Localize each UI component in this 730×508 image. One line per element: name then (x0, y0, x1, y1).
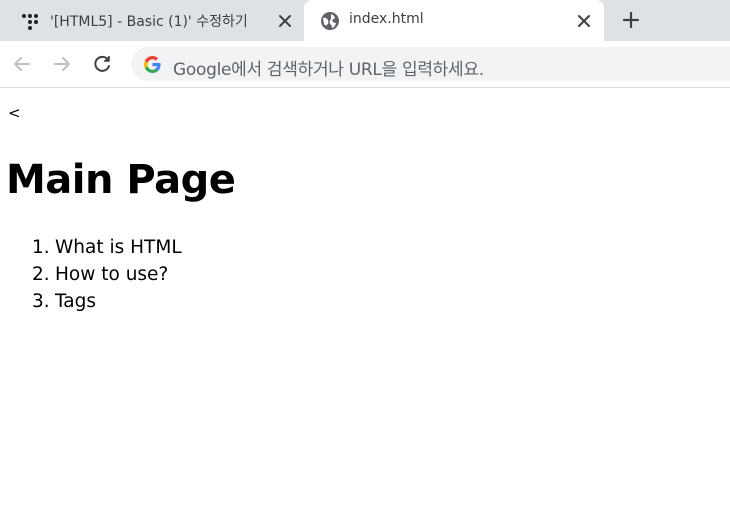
browser-toolbar: Google에서 검색하거나 URL을 입력하세요. (0, 41, 730, 88)
address-bar[interactable]: Google에서 검색하거나 URL을 입력하세요. (131, 47, 730, 81)
page-title: Main Page (6, 157, 236, 203)
forward-arrow-icon[interactable] (50, 52, 74, 76)
list-item-text: What is HTML (55, 237, 182, 258)
tab-edit-post[interactable]: '[HTML5] - Basic (1)' 수정하기 (0, 0, 304, 41)
list-item: 1. What is HTML (32, 235, 182, 262)
tab-title: index.html (349, 11, 424, 27)
list-item: 2. How to use? (32, 262, 182, 289)
tab-strip: '[HTML5] - Basic (1)' 수정하기 index.html (0, 0, 730, 41)
back-arrow-icon[interactable] (10, 52, 34, 76)
list-item-text: How to use? (55, 264, 169, 285)
address-placeholder[interactable]: Google에서 검색하거나 URL을 입력하세요. (173, 55, 484, 80)
list-number: 2. (32, 264, 50, 285)
tab-title: '[HTML5] - Basic (1)' 수정하기 (50, 14, 248, 30)
reload-icon[interactable] (90, 52, 114, 76)
close-icon[interactable] (276, 12, 294, 30)
dots-logo-icon (22, 14, 38, 30)
globe-icon (321, 12, 339, 30)
stray-text: < (8, 104, 21, 122)
new-tab-icon[interactable] (619, 8, 643, 32)
list-item: 3. Tags (32, 289, 182, 316)
list-number: 1. (32, 237, 50, 258)
tab-index-html[interactable]: index.html (304, 0, 604, 41)
ordered-list: 1. What is HTML 2. How to use? 3. Tags (32, 235, 182, 316)
google-g-icon (144, 56, 161, 73)
list-number: 3. (32, 291, 50, 312)
list-item-text: Tags (55, 291, 96, 312)
close-icon[interactable] (575, 12, 593, 30)
